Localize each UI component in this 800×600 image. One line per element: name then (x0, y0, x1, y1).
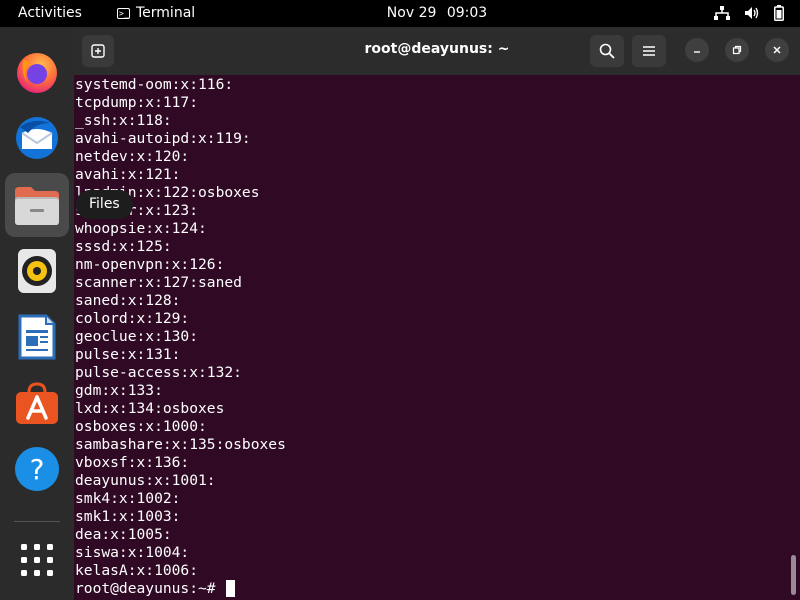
dock-item-firefox[interactable] (5, 40, 69, 104)
prompt-line[interactable]: root@deayunus:~# (75, 580, 785, 598)
writer-icon (18, 314, 56, 360)
clock-date: Nov 29 (386, 5, 437, 21)
help-icon: ? (15, 447, 59, 491)
terminal-line: avahi:x:121: (75, 166, 181, 183)
dock-item-software[interactable] (5, 371, 69, 435)
search-button[interactable] (590, 35, 624, 67)
terminal-window[interactable]: root@deayunus: ~ systemd-oom:x:116: tcpd… (74, 27, 800, 600)
dock-separator (14, 521, 60, 522)
terminal-line: saned:x:128: (75, 292, 181, 309)
dock: ? (0, 27, 74, 600)
terminal-line: tcpdump:x:117: (75, 94, 199, 111)
hamburger-icon (643, 46, 655, 56)
maximize-button[interactable] (725, 38, 749, 62)
clock[interactable]: Nov 29 09:03 (0, 5, 800, 21)
terminal-line: osboxes:x:1000: (75, 418, 207, 435)
headerbar[interactable]: root@deayunus: ~ (74, 27, 800, 75)
rhythmbox-icon (18, 249, 56, 293)
volume-icon[interactable] (744, 6, 760, 20)
terminal-line: siswa:x:1004: (75, 544, 190, 561)
terminal-line: pulse:x:131: (75, 346, 181, 363)
restore-icon (732, 45, 742, 55)
terminal-line: lxd:x:134:osboxes (75, 400, 225, 417)
clock-time: 09:03 (446, 5, 488, 21)
show-applications-button[interactable] (5, 528, 69, 592)
terminal-line: smk4:x:1002: (75, 490, 181, 507)
dock-item-rhythmbox[interactable] (5, 239, 69, 303)
close-icon (773, 46, 781, 54)
apps-grid-icon (21, 544, 53, 576)
terminal-line: kelasA:x:1006: (75, 562, 199, 579)
top-bar: Activities >_ Terminal Nov 29 09:03 (0, 0, 800, 27)
svg-text:?: ? (30, 453, 45, 486)
terminal-line: smk1:x:1003: (75, 508, 181, 525)
minimize-icon (694, 51, 700, 53)
dock-item-thunderbird[interactable] (5, 106, 69, 170)
terminal-line: whoopsie:x:124: (75, 220, 207, 237)
files-icon (15, 187, 59, 225)
terminal-line: vboxsf:x:136: (75, 454, 190, 471)
software-icon (16, 382, 58, 424)
dock-item-help[interactable]: ? (5, 437, 69, 501)
network-icon[interactable] (714, 6, 730, 20)
close-button[interactable] (765, 38, 789, 62)
terminal-line: scanner:x:127:saned (75, 274, 242, 291)
terminal-line: sambashare:x:135:osboxes (75, 436, 286, 453)
system-tray[interactable] (714, 5, 784, 21)
firefox-icon (17, 53, 57, 93)
search-icon (599, 43, 615, 59)
text-cursor (226, 580, 236, 597)
shell-prompt: root@deayunus:~# (75, 580, 225, 597)
terminal-line: nm-openvpn:x:126: (75, 256, 225, 273)
minimize-button[interactable] (685, 38, 709, 62)
terminal-line: netdev:x:120: (75, 148, 190, 165)
terminal-line: geoclue:x:130: (75, 328, 199, 345)
dock-item-files[interactable] (5, 173, 69, 237)
terminal-line: colord:x:129: (75, 310, 190, 327)
terminal-line: deayunus:x:1001: (75, 472, 216, 489)
thunderbird-icon (16, 117, 58, 159)
dock-tooltip: Files (76, 190, 133, 219)
battery-icon[interactable] (774, 5, 784, 21)
terminal-line: dea:x:1005: (75, 526, 172, 543)
terminal-line: _ssh:x:118: (75, 112, 172, 129)
terminal-line: systemd-oom:x:116: (75, 76, 234, 93)
dock-item-writer[interactable] (5, 305, 69, 369)
terminal-line: sssd:x:125: (75, 238, 172, 255)
terminal-line: gdm:x:133: (75, 382, 163, 399)
terminal-output[interactable]: systemd-oom:x:116: tcpdump:x:117: _ssh:x… (75, 76, 785, 598)
terminal-line: scanner:x:123: (75, 202, 199, 219)
menu-button[interactable] (632, 35, 666, 67)
terminal-line: lpadmin:x:122:osboxes (75, 184, 260, 201)
scrollbar[interactable] (791, 555, 796, 595)
terminal-line: pulse-access:x:132: (75, 364, 242, 381)
terminal-line: avahi-autoipd:x:119: (75, 130, 251, 147)
